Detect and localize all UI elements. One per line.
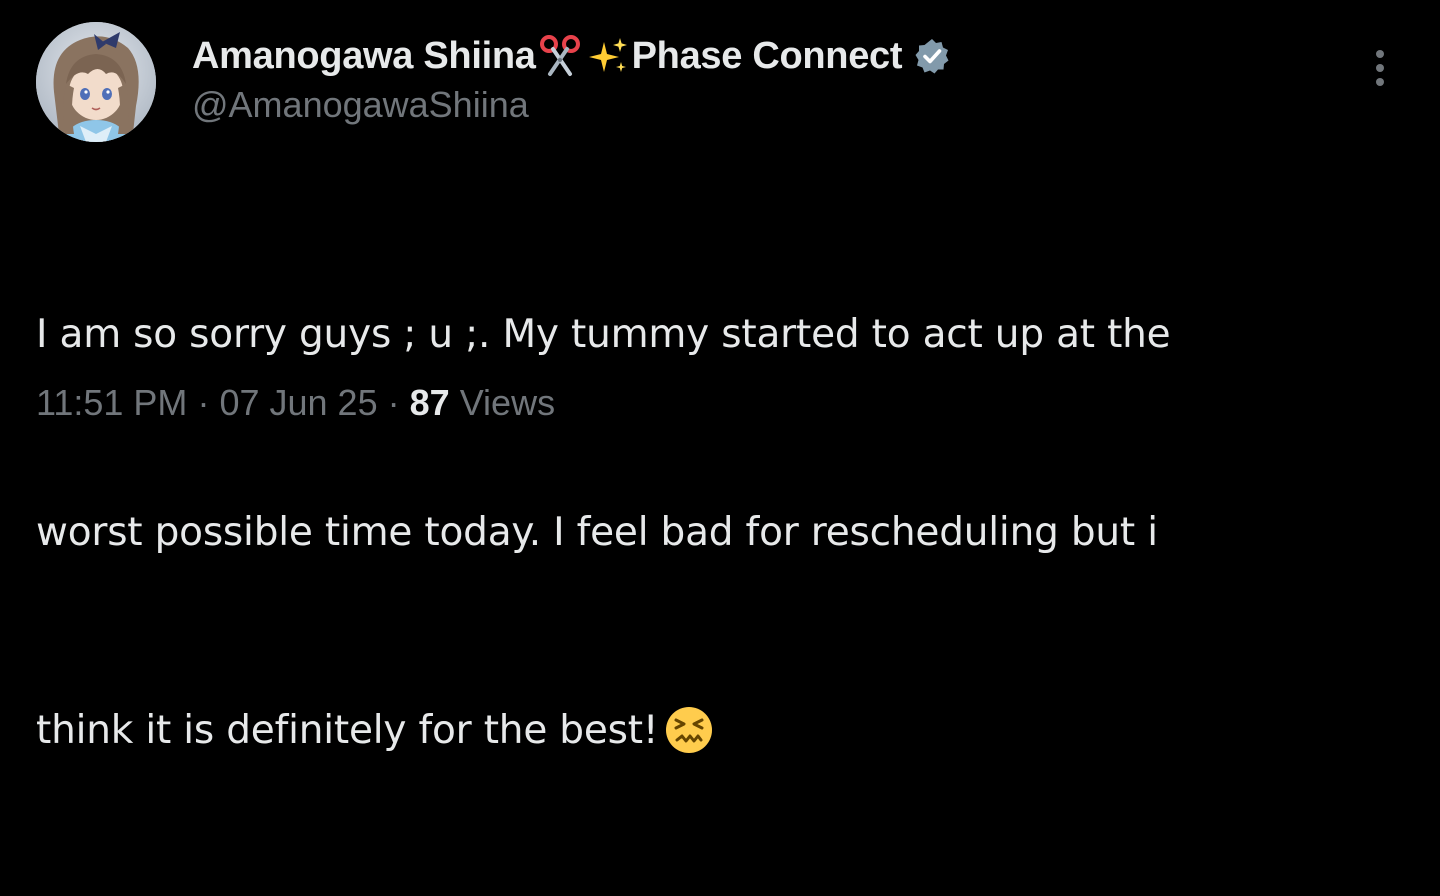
post-time[interactable]: 11:51 PM [36, 382, 187, 423]
author-block: Amanogawa Shiina Phase Connect @Amanogaw… [192, 30, 1312, 126]
views-count: 87 [409, 382, 450, 423]
display-name-part2[interactable]: Phase Connect [632, 35, 903, 78]
tweet-text-line: think it is definitely for the best! [36, 708, 659, 753]
tweet-card: Amanogawa Shiina Phase Connect @Amanogaw… [0, 0, 1440, 753]
meta-separator: · [387, 382, 400, 423]
scissors-emoji-icon [538, 34, 582, 78]
more-options-button[interactable] [1366, 48, 1394, 88]
sparkles-emoji-icon [586, 34, 630, 78]
more-vertical-icon [1376, 50, 1384, 86]
tweet-text-line: I am so sorry guys ; u ;. My tummy start… [36, 312, 1171, 357]
avatar[interactable] [36, 22, 156, 142]
tweet-text: I am so sorry guys ; u ;. My tummy start… [36, 170, 1406, 896]
tweet-text-line-last: think it is definitely for the best! [36, 698, 1406, 764]
meta-separator: · [197, 382, 210, 423]
tweet-text-line: worst possible time today. I feel bad fo… [36, 510, 1158, 555]
post-date[interactable]: 07 Jun 25 [219, 382, 377, 423]
views-label: Views [459, 382, 556, 423]
user-handle[interactable]: @AmanogawaShiina [192, 84, 1312, 126]
tweet-meta: 11:51 PM · 07 Jun 25 · 87 Views [36, 382, 555, 424]
verified-check-icon[interactable] [914, 38, 950, 74]
display-name-part1[interactable]: Amanogawa Shiina [192, 35, 536, 78]
display-name-line[interactable]: Amanogawa Shiina Phase Connect [192, 30, 1312, 82]
avatar-image [36, 22, 156, 142]
confounded-face-emoji-icon [664, 705, 714, 755]
